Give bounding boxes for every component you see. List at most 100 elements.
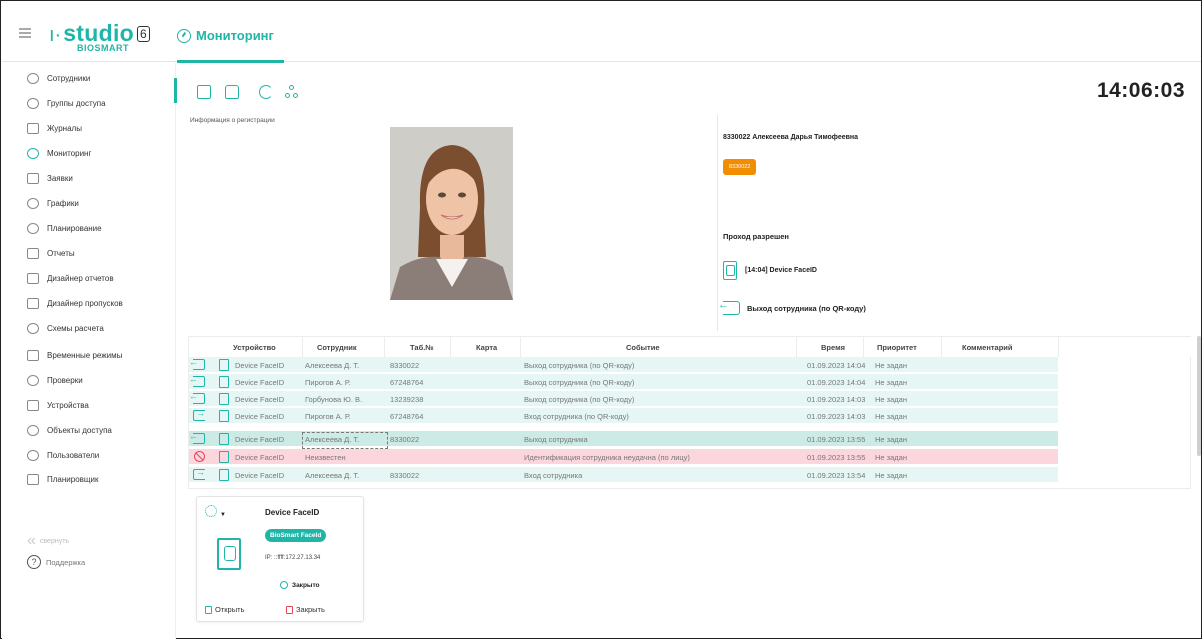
registration-device: [14:04] Device FaceID: [723, 261, 817, 280]
exit-icon: [189, 374, 205, 387]
sidebar-item-calc-schemes[interactable]: Схемы расчета: [27, 321, 104, 335]
cell-event: Выход сотрудника (по QR-коду): [524, 395, 635, 404]
col-event[interactable]: Событие: [626, 343, 660, 352]
users-icon: [27, 449, 39, 461]
report-designer-icon: [27, 272, 39, 284]
app-logo[interactable]: ı·studio 6 BIOSMART: [49, 22, 150, 53]
current-time: 14:06:03: [1096, 79, 1185, 102]
sidebar-item-time-modes[interactable]: Временные режимы: [27, 348, 122, 362]
table-row[interactable]: Device FaceID Алексеева Д. Т. 8330022 Вы…: [189, 357, 1058, 373]
device-name: Device FaceID: [265, 508, 320, 517]
sidebar-item-label: Сотрудники: [47, 73, 91, 83]
app-window: ı·studio 6 BIOSMART Мониторинг Сотрудники…: [0, 0, 1202, 639]
access-objects-icon[interactable]: [285, 85, 299, 99]
device-status-text: Закрыто: [292, 581, 320, 589]
refresh-icon[interactable]: [259, 85, 273, 99]
cell-employee: Пирогов А. Р.: [305, 412, 351, 421]
gear-icon[interactable]: [205, 505, 217, 517]
lock-menu-icon[interactable]: [225, 85, 239, 99]
collapse-label: свернуть: [39, 537, 70, 545]
face-id-device-icon: [219, 359, 229, 371]
planning-icon: [27, 222, 39, 234]
sidebar-item-planning[interactable]: Планирование: [27, 221, 102, 235]
cell-priority: Не задан: [875, 361, 907, 370]
employee-name: 8330022 Алексеева Дарья Тимофеевна: [723, 134, 859, 141]
chevron-down-icon[interactable]: ▼: [220, 512, 226, 518]
help-icon: ?: [27, 555, 41, 569]
selected-cell-outline: [302, 432, 388, 449]
enter-icon: [193, 408, 205, 421]
face-id-device-icon: [219, 393, 229, 405]
sidebar-item-report-designer[interactable]: Дизайнер отчетов: [27, 271, 114, 285]
cell-device: Device FaceID: [235, 378, 285, 387]
cell-event: Вход сотрудника (по QR-коду): [524, 412, 629, 421]
events-table: Устройство Сотрудник Таб.№ Карта Событие…: [188, 336, 1192, 489]
table-row[interactable]: Device FaceID Пирогов А. Р. 67248764 Вхо…: [189, 408, 1058, 424]
sidebar-item-access-objects[interactable]: Объекты доступа: [27, 423, 112, 437]
sidebar-item-requests[interactable]: Заявки: [27, 171, 73, 185]
sidebar-item-pass-designer[interactable]: Дизайнер пропусков: [27, 296, 123, 310]
sidebar-item-schedules[interactable]: Графики: [27, 196, 79, 210]
blocked-icon: [194, 451, 205, 462]
cell-device: Device FaceID: [235, 453, 285, 462]
face-id-device-icon: [217, 538, 241, 570]
sidebar-item-label: Журналы: [47, 123, 82, 133]
scheduler-icon: [27, 473, 39, 485]
sidebar-item-label: Планирование: [47, 223, 102, 233]
sidebar-item-journals[interactable]: Журналы: [27, 121, 82, 135]
page-title: Мониторинг: [177, 28, 274, 43]
sidebar-item-reports[interactable]: Отчеты: [27, 246, 75, 260]
col-comment[interactable]: Комментарий: [962, 343, 1013, 352]
cell-tab: 13239238: [390, 395, 424, 404]
device-card: ▼ Device FaceID BioSmart FaceId IP: ::ff…: [196, 496, 364, 622]
table-scrollbar[interactable]: [1197, 336, 1201, 456]
logo-version: 6: [137, 26, 150, 42]
col-device[interactable]: Устройство: [233, 343, 276, 352]
schedule-icon: [27, 197, 39, 209]
sidebar-item-checks[interactable]: Проверки: [27, 373, 83, 387]
open-button[interactable]: Открыть: [205, 605, 244, 614]
cell-time: 01.09.2023 14:03: [807, 412, 866, 421]
sidebar-item-users[interactable]: Пользователи: [27, 448, 99, 462]
registration-caption: Информация о регистрации: [190, 117, 275, 124]
cell-priority: Не задан: [875, 412, 907, 421]
col-employee[interactable]: Сотрудник: [317, 343, 357, 352]
face-id-device-icon: [723, 261, 737, 280]
cell-tab: 8330022: [390, 471, 420, 480]
cell-employee: Пирогов А. Р.: [305, 378, 351, 387]
sidebar-item-scheduler[interactable]: Планировщик: [27, 472, 98, 486]
cell-time: 01.09.2023 13:54: [807, 471, 866, 480]
collapse-sidebar-button[interactable]: « свернуть: [27, 532, 69, 550]
col-tab[interactable]: Таб.№: [410, 343, 434, 352]
eye-icon: [27, 374, 39, 386]
cell-time: 01.09.2023 13:55: [807, 435, 866, 444]
sidebar-item-label: Проверки: [47, 375, 83, 385]
device-list-icon[interactable]: [197, 85, 211, 99]
cell-event: Вход сотрудника: [524, 471, 583, 480]
col-priority[interactable]: Приоритет: [877, 343, 917, 352]
cell-time: 01.09.2023 14:04: [807, 361, 866, 370]
close-button[interactable]: Закрыть: [286, 605, 325, 614]
col-card[interactable]: Карта: [476, 343, 497, 352]
table-row[interactable]: Device FaceID Алексеева Д. Т. 8330022 Вх…: [189, 467, 1058, 483]
calc-scheme-icon: [27, 322, 39, 334]
cell-priority: Не задан: [875, 395, 907, 404]
sidebar-item-employees[interactable]: Сотрудники: [27, 71, 90, 85]
cell-time: 01.09.2023 14:04: [807, 378, 866, 387]
cell-device: Device FaceID: [235, 412, 285, 421]
sidebar-item-devices[interactable]: Устройства: [27, 398, 89, 412]
sidebar-item-label: Схемы расчета: [47, 323, 104, 333]
table-row[interactable]: Device FaceID Пирогов А. Р. 67248764 Вых…: [189, 374, 1058, 390]
sidebar-item-access-groups[interactable]: Группы доступа: [27, 96, 106, 110]
col-time[interactable]: Время: [821, 343, 845, 352]
request-icon: [27, 172, 39, 184]
cell-time: 01.09.2023 13:55: [807, 453, 866, 462]
sidebar-item-label: Временные режимы: [47, 350, 123, 360]
sidebar-item-label: Дизайнер пропусков: [47, 298, 123, 308]
employee-photo: [390, 127, 513, 300]
table-row[interactable]: Device FaceID Горбунова Ю. В. 13239238 В…: [189, 391, 1058, 407]
table-row-error[interactable]: Device FaceID Неизвестен Идентификация с…: [189, 449, 1058, 465]
support-link[interactable]: ? Поддержка: [27, 555, 85, 569]
sidebar-item-monitoring[interactable]: Мониторинг: [27, 146, 91, 160]
hamburger-menu-icon[interactable]: [19, 28, 31, 38]
